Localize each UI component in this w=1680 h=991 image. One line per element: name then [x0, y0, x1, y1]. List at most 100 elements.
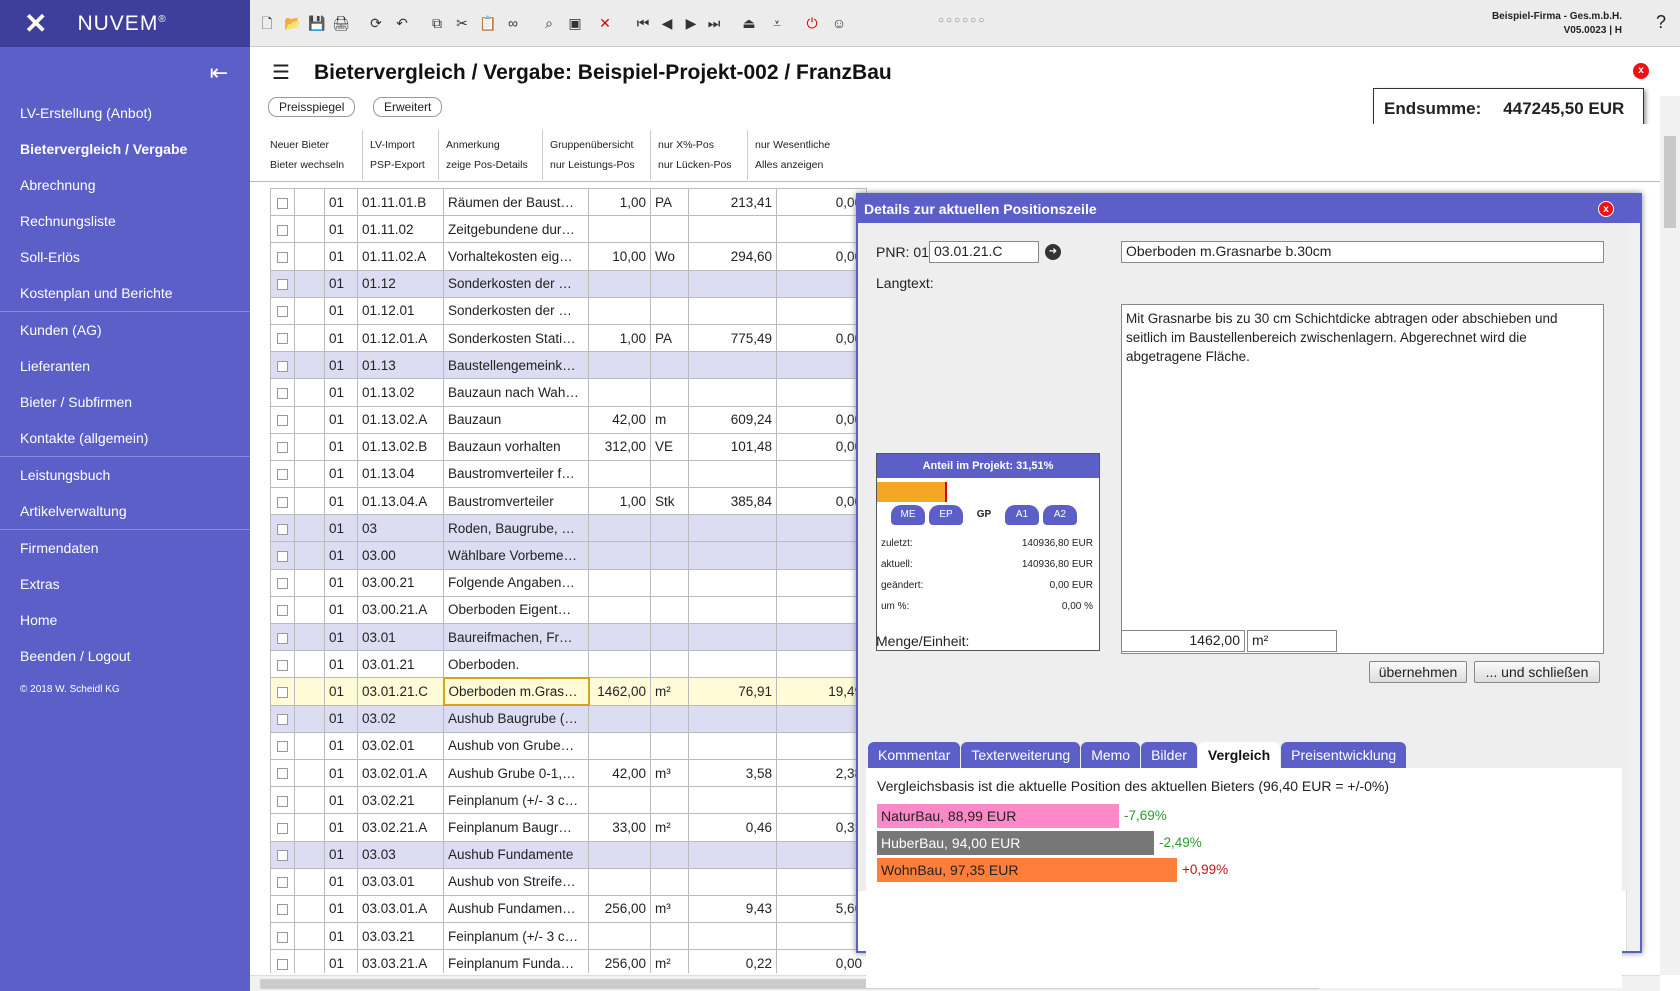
sidebar-item-14[interactable]: Home	[0, 602, 250, 638]
row-checkbox[interactable]	[270, 704, 295, 733]
row-checkbox[interactable]	[270, 242, 295, 271]
tab-preisspiegel[interactable]: Preisspiegel	[268, 97, 356, 117]
table-row[interactable]: 01 03.03.21.A Feinplanum Funda… 256,00 m² 0,2…	[270, 949, 867, 973]
cell-gp[interactable]	[776, 514, 867, 543]
sidebar-item-15[interactable]: Beenden / Logout	[0, 638, 250, 674]
table-row[interactable]: 01 03.03.01.A Aushub Fundamen… 256,00 m³ 9,43…	[270, 894, 867, 924]
cell-ep[interactable]	[688, 622, 777, 652]
table-row[interactable]: 01 03 Roden, Baugrube, …	[270, 514, 867, 543]
ribbon-action[interactable]: nur Lücken-Pos	[658, 155, 732, 175]
new-icon[interactable]: 🗋	[258, 14, 276, 32]
cell-ep[interactable]	[688, 269, 777, 298]
cell-gp[interactable]: 0,00	[776, 242, 867, 271]
expand-icon[interactable]: ⩡	[768, 14, 786, 32]
apply-and-close-button[interactable]: ... und schließen	[1474, 661, 1600, 683]
row-checkbox[interactable]	[270, 405, 295, 434]
cell-ep[interactable]: 213,41	[688, 188, 777, 217]
cell-gp[interactable]	[776, 296, 867, 325]
cell-gp[interactable]: 0,31	[776, 813, 867, 842]
row-checkbox[interactable]	[270, 432, 295, 461]
ribbon-action[interactable]: nur Wesentliche	[755, 135, 830, 155]
share-pill-a1[interactable]: A1	[1005, 505, 1039, 525]
row-checkbox[interactable]	[270, 758, 295, 788]
table-row[interactable]: 01 03.00.21 Folgende Angaben…	[270, 568, 867, 597]
tab-memo[interactable]: Memo	[1081, 742, 1141, 768]
cell-ep[interactable]: 0,46	[688, 813, 777, 842]
table-row[interactable]: 01 03.02 Aushub Baugrube (…	[270, 704, 867, 733]
cell-ep[interactable]: 101,48	[688, 432, 777, 461]
table-row[interactable]: 01 03.01.21 Oberboden.	[270, 650, 867, 679]
cell-ep[interactable]	[688, 215, 777, 244]
row-checkbox[interactable]	[270, 215, 295, 244]
power-icon[interactable]: ⏻	[803, 14, 821, 32]
row-checkbox[interactable]	[270, 188, 295, 217]
table-row[interactable]: 01 03.02.01.A Aushub Grube 0-1,… 42,00 m³ 3,5…	[270, 758, 867, 788]
checkbox[interactable]	[277, 578, 288, 590]
cell-gp[interactable]	[776, 351, 867, 380]
checkbox[interactable]	[277, 251, 288, 263]
cell-ep[interactable]	[688, 786, 777, 815]
checkbox[interactable]	[277, 224, 288, 236]
share-pill-ep[interactable]: EP	[929, 505, 963, 525]
dialog-scrollbar[interactable]	[1626, 223, 1640, 951]
tab-preisentwicklung[interactable]: Preisentwicklung	[1281, 742, 1407, 768]
tab-vergleich[interactable]: Vergleich	[1197, 742, 1281, 768]
cell-ep[interactable]: 609,24	[688, 405, 777, 434]
cell-gp[interactable]	[776, 704, 867, 733]
cell-ep[interactable]	[688, 459, 777, 489]
row-checkbox[interactable]	[270, 813, 295, 842]
ribbon-action[interactable]: Anmerkung	[446, 135, 528, 155]
row-checkbox[interactable]	[270, 949, 295, 973]
ribbon-action[interactable]: Gruppenübersicht	[550, 135, 635, 155]
cell-ep[interactable]: 3,58	[688, 758, 777, 788]
cell-ep[interactable]	[688, 922, 777, 951]
share-pill-me[interactable]: ME	[891, 505, 925, 525]
app-logo[interactable]: ✕ NUVEM®	[0, 0, 250, 47]
checkbox[interactable]	[277, 333, 288, 345]
ribbon-action[interactable]: nur X%-Pos	[658, 135, 732, 155]
cell-gp[interactable]: 0,00	[776, 188, 867, 217]
table-row[interactable]: 01 01.12.01 Sonderkosten der …	[270, 296, 867, 325]
row-checkbox[interactable]	[270, 514, 295, 543]
user-icon[interactable]: ☺	[830, 14, 848, 32]
table-row[interactable]: 01 01.13.04 Baustromverteiler f…	[270, 459, 867, 489]
row-checkbox[interactable]	[270, 269, 295, 298]
ribbon-action[interactable]: nur Leistungs-Pos	[550, 155, 635, 175]
checkbox[interactable]	[277, 904, 288, 916]
checkbox[interactable]	[277, 877, 288, 889]
cell-ep[interactable]	[688, 296, 777, 325]
table-row[interactable]: 01 01.13.02.B Bauzaun vorhalten 312,00 VE 101…	[270, 432, 867, 461]
ribbon-action[interactable]: Neuer Bieter	[270, 135, 344, 155]
table-row[interactable]: 01 03.03.21 Feinplanum (+/- 3 c…	[270, 922, 867, 951]
checkbox[interactable]	[277, 659, 288, 671]
checkbox[interactable]	[277, 958, 288, 970]
table-row[interactable]: 01 01.13 Baustellengemeink…	[270, 351, 867, 380]
table-row[interactable]: 01 01.11.01.B Räumen der Baust… 1,00 PA 213,4…	[270, 188, 867, 217]
sidebar-item-0[interactable]: LV-Erstellung (Anbot)	[0, 95, 250, 131]
sidebar-item-5[interactable]: Kostenplan und Berichte	[0, 275, 250, 311]
sidebar-item-2[interactable]: Abrechnung	[0, 167, 250, 203]
table-row[interactable]: 01 03.00 Wählbare Vorbeme…	[270, 541, 867, 570]
table-row[interactable]: 01 03.01.21.C Oberboden m.Gras… 1462,00 m² 76…	[270, 676, 867, 707]
checkbox[interactable]	[277, 360, 288, 372]
cell-ep[interactable]: 385,84	[688, 487, 777, 516]
menge-input[interactable]: 1462,00	[1121, 630, 1245, 652]
ribbon-action[interactable]: Bieter wechseln	[270, 155, 344, 175]
checkbox[interactable]	[277, 442, 288, 454]
row-checkbox[interactable]	[270, 731, 295, 760]
sidebar-item-12[interactable]: Firmendaten	[0, 530, 250, 566]
table-row[interactable]: 01 03.02.21.A Feinplanum Baugr… 33,00 m² 0,46…	[270, 813, 867, 842]
cell-gp[interactable]: 0,00	[776, 487, 867, 516]
row-checkbox[interactable]	[270, 922, 295, 951]
cell-ep[interactable]	[688, 351, 777, 380]
share-pill-gp[interactable]: GP	[967, 505, 1001, 525]
checkbox[interactable]	[277, 686, 288, 698]
cell-gp[interactable]: 2,38	[776, 758, 867, 788]
sidebar-item-10[interactable]: Leistungsbuch	[0, 457, 250, 493]
row-checkbox[interactable]	[270, 786, 295, 815]
checkbox[interactable]	[277, 795, 288, 807]
cell-ep[interactable]	[688, 704, 777, 733]
row-checkbox[interactable]	[270, 622, 295, 652]
open-icon[interactable]: 📂	[284, 14, 302, 32]
tab-bilder[interactable]: Bilder	[1141, 742, 1197, 768]
